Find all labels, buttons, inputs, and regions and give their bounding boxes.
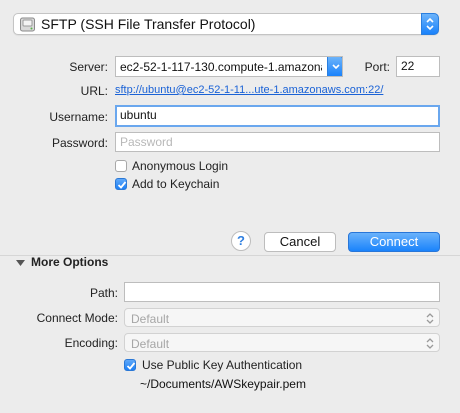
- cancel-button[interactable]: Cancel: [264, 232, 336, 252]
- encoding-value: Default: [131, 337, 170, 351]
- port-field[interactable]: 22: [396, 56, 440, 77]
- username-label: Username:: [49, 110, 108, 124]
- help-button[interactable]: ?: [231, 231, 251, 251]
- port-label: Port:: [364, 60, 390, 74]
- chevron-updown-icon: [421, 13, 439, 35]
- url-label: URL:: [80, 84, 108, 98]
- anonymous-login-label: Anonymous Login: [132, 159, 229, 173]
- encoding-select[interactable]: Default: [124, 333, 440, 352]
- username-field[interactable]: ubuntu: [115, 105, 440, 127]
- public-key-auth-label: Use Public Key Authentication: [142, 358, 303, 372]
- more-options-toggle[interactable]: More Options: [16, 255, 108, 269]
- key-file-path: ~/Documents/AWSkeypair.pem: [140, 377, 306, 391]
- more-options-title: More Options: [31, 255, 109, 269]
- connect-mode-label: Connect Mode:: [36, 311, 118, 325]
- chevron-down-icon[interactable]: [327, 57, 342, 76]
- chevron-updown-icon: [426, 313, 434, 324]
- connect-mode-value: Default: [131, 312, 170, 326]
- protocol-select[interactable]: SFTP (SSH File Transfer Protocol): [13, 13, 439, 35]
- anonymous-login-checkbox[interactable]: [115, 160, 127, 172]
- server-label: Server:: [69, 60, 108, 74]
- disclosure-triangle-icon: [16, 259, 25, 266]
- chevron-updown-icon: [426, 338, 434, 349]
- password-label: Password:: [51, 136, 108, 150]
- server-value: ec2-52-1-117-130.compute-1.amazona: [120, 60, 322, 74]
- path-label: Path:: [89, 286, 118, 300]
- url-link[interactable]: sftp://ubuntu@ec2-52-1-11...ute-1.amazon…: [115, 84, 383, 96]
- add-to-keychain-label: Add to Keychain: [132, 177, 220, 191]
- server-combo[interactable]: ec2-52-1-117-130.compute-1.amazona: [115, 56, 343, 77]
- encoding-label: Encoding:: [64, 336, 118, 350]
- add-to-keychain-checkbox[interactable]: [115, 178, 127, 190]
- password-field[interactable]: Password: [115, 132, 440, 152]
- path-field[interactable]: [124, 282, 440, 302]
- protocol-label: SFTP (SSH File Transfer Protocol): [41, 16, 256, 32]
- public-key-auth-checkbox[interactable]: [124, 359, 136, 371]
- connect-button[interactable]: Connect: [348, 232, 440, 252]
- connect-mode-select[interactable]: Default: [124, 308, 440, 327]
- checkmark-icon: [117, 181, 127, 189]
- checkmark-icon: [126, 362, 136, 370]
- disk-icon: [20, 17, 35, 32]
